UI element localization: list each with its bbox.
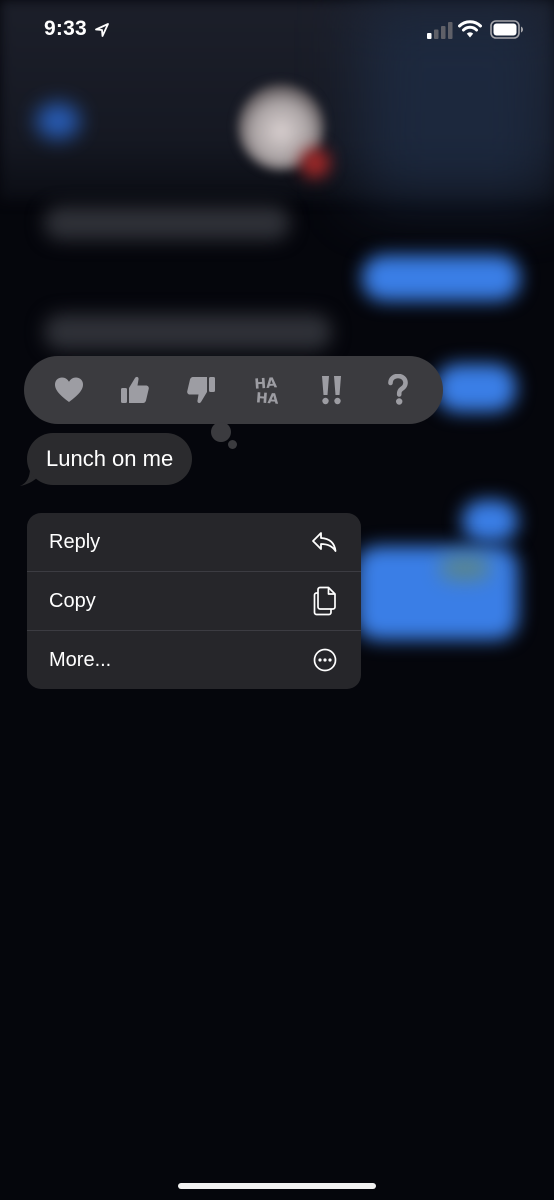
message-context-menu: Reply Copy More... [27,513,361,689]
reply-arrow-icon [312,532,337,552]
menu-item-label: More... [49,648,112,671]
more-ellipsis-circle-icon [313,648,337,672]
reaction-bar-tail [211,422,231,442]
reaction-question-button[interactable] [378,370,418,410]
home-indicator[interactable] [178,1183,376,1189]
blurred-message [362,255,520,301]
wifi-icon [458,20,482,38]
status-bar: 9:33 [0,0,554,60]
reaction-thumbs-down-button[interactable] [181,370,221,410]
tapback-reaction-bar: HA HA [24,356,443,424]
blurred-message [44,314,332,350]
double-exclamation-icon [322,376,342,405]
reaction-thumbs-up-button[interactable] [115,370,155,410]
blurred-message [436,364,516,412]
blurred-back-button [36,103,80,139]
message-bubble[interactable]: Lunch on me [27,433,193,485]
thumbs-up-icon [120,376,149,403]
battery-icon [490,20,523,39]
reaction-exclamation-button[interactable] [312,370,352,410]
reply-menu-item[interactable]: Reply [27,513,361,571]
menu-item-label: Reply [49,530,101,553]
message-text: Lunch on me [46,446,174,471]
blurred-message [356,546,518,640]
blurred-message [462,500,518,542]
menu-item-label: Copy [49,589,96,612]
copy-documents-icon [313,586,336,616]
copy-menu-item[interactable]: Copy [27,571,361,630]
status-time: 9:33 [44,17,87,40]
svg-text:HA: HA [256,390,280,407]
location-arrow-icon [95,23,109,37]
blurred-message [44,206,290,240]
reaction-heart-button[interactable] [49,370,89,410]
reaction-haha-button[interactable]: HA HA [246,370,286,410]
cellular-signal-icon [427,22,453,39]
more-menu-item[interactable]: More... [27,630,361,689]
question-icon [388,374,408,405]
thumbs-down-icon [186,377,215,404]
haha-icon: HA HA [254,375,280,407]
reaction-bar-tail [228,440,237,449]
heart-icon [54,377,83,402]
